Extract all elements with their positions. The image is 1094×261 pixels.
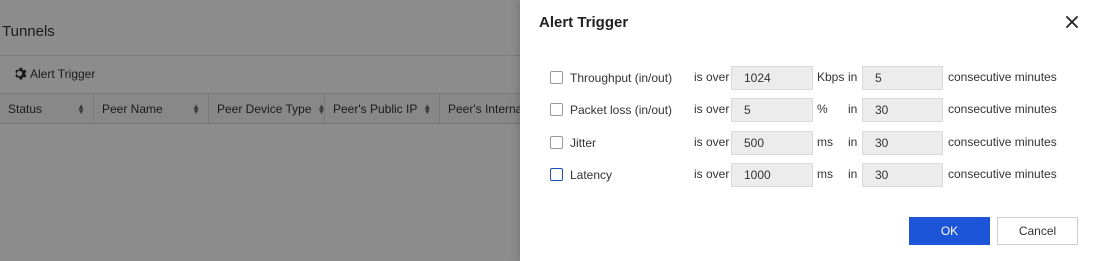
consecutive-minutes-label: consecutive minutes (948, 135, 1057, 149)
unit-label: % (817, 102, 828, 116)
unit-label: Kbps (817, 70, 845, 84)
throughput-value-input[interactable] (731, 66, 813, 90)
throughput-row: Throughput (in/out) is over Kbps in cons… (550, 66, 1090, 90)
packet-loss-row: Packet loss (in/out) is over % in consec… (550, 98, 1090, 122)
packet-loss-minutes-input[interactable] (862, 98, 943, 122)
jitter-label: Jitter (570, 136, 597, 150)
latency-minutes-input[interactable] (862, 163, 943, 187)
latency-row: Latency is over ms in consecutive minute… (550, 163, 1090, 187)
throughput-label: Throughput (in/out) (570, 71, 673, 85)
packet-loss-checkbox[interactable] (550, 103, 563, 116)
is-over-label: is over (694, 135, 730, 149)
jitter-minutes-input[interactable] (862, 131, 943, 155)
in-label: in (848, 102, 858, 116)
cancel-button[interactable]: Cancel (997, 217, 1078, 245)
in-label: in (848, 167, 858, 181)
unit-label: ms (817, 167, 833, 181)
consecutive-minutes-label: consecutive minutes (948, 102, 1057, 116)
latency-label: Latency (570, 168, 613, 182)
packet-loss-label: Packet loss (in/out) (570, 103, 673, 117)
jitter-checkbox[interactable] (550, 136, 563, 149)
jitter-row: Jitter is over ms in consecutive minutes (550, 131, 1090, 155)
in-label: in (848, 70, 858, 84)
throughput-checkbox[interactable] (550, 71, 563, 84)
is-over-label: is over (694, 102, 730, 116)
packet-loss-value-input[interactable] (731, 98, 813, 122)
latency-value-input[interactable] (731, 163, 813, 187)
close-icon (1066, 16, 1078, 28)
jitter-value-input[interactable] (731, 131, 813, 155)
in-label: in (848, 135, 858, 149)
consecutive-minutes-label: consecutive minutes (948, 70, 1057, 84)
close-button[interactable] (1062, 12, 1082, 32)
ok-button[interactable]: OK (909, 217, 990, 245)
throughput-minutes-input[interactable] (862, 66, 943, 90)
alert-trigger-dialog: Alert Trigger Throughput (in/out) is ove… (520, 0, 1094, 261)
consecutive-minutes-label: consecutive minutes (948, 167, 1057, 181)
dialog-title: Alert Trigger (539, 14, 629, 31)
unit-label: ms (817, 135, 833, 149)
is-over-label: is over (694, 167, 730, 181)
is-over-label: is over (694, 70, 730, 84)
latency-checkbox[interactable] (550, 168, 563, 181)
